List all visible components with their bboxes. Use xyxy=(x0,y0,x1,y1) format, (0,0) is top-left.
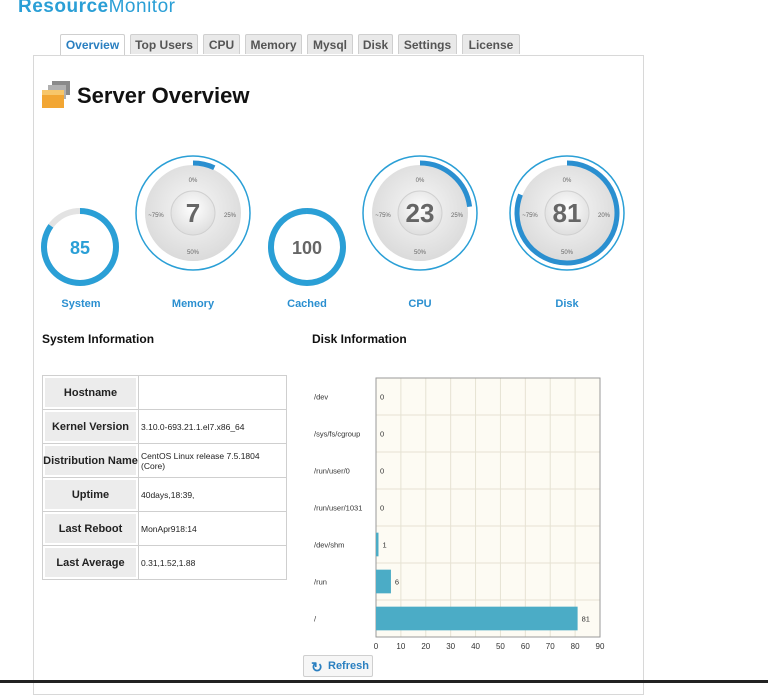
chart-x-tick-label: 80 xyxy=(571,642,580,651)
row-value: CentOS Linux release 7.5.1804 (Core) xyxy=(138,443,287,478)
gauge-cpu: 0% 25% 50% ~75% 23 xyxy=(362,155,478,271)
gauge-disk-tick-left: ~75% xyxy=(522,213,538,219)
gauge-cached-value: 100 xyxy=(292,238,322,258)
gauge-cpu-tick-bottom: 50% xyxy=(414,250,427,256)
gauge-memory-tick-left: ~75% xyxy=(148,213,164,219)
gauge-memory: 0% 25% 50% ~75% 7 xyxy=(135,155,251,271)
gauge-disk-value: 81 xyxy=(553,198,582,228)
refresh-label: Refresh xyxy=(328,660,369,672)
gauge-memory-value: 7 xyxy=(186,198,200,228)
chart-category-label: /sys/fs/cgroup xyxy=(314,430,360,439)
system-info-table: Hostname Kernel Version 3.10.0-693.21.1.… xyxy=(42,375,287,580)
row-value: 3.10.0-693.21.1.el7.x86_64 xyxy=(138,409,287,444)
gauge-row: 85 0% 25% 50% ~75% 7 100 0% 25% 50% ~75%… xyxy=(41,155,625,286)
gauge-cpu-tick-left: ~75% xyxy=(375,213,391,219)
table-row: Last Reboot MonApr918:14 xyxy=(42,511,287,546)
gauge-disk-label: Disk xyxy=(555,298,579,310)
chart-data-label: 1 xyxy=(382,541,386,550)
chart-data-label: 81 xyxy=(582,615,590,624)
table-row: Hostname xyxy=(42,375,287,410)
gauge-memory-tick-bottom: 50% xyxy=(187,250,200,256)
gauge-memory-label: Memory xyxy=(171,298,215,310)
table-row: Distribution Name CentOS Linux release 7… xyxy=(42,443,287,478)
chart-plot-area xyxy=(375,377,601,638)
disk-bar-chart: 0 10 20 30 40 50 60 70 80 90/dev 0/sys/fs/cgroup 0/… xyxy=(314,377,605,651)
row-key: Hostname xyxy=(42,375,139,410)
chart-data-label: 0 xyxy=(380,467,384,476)
gauge-system: 85 xyxy=(41,208,119,286)
chart-bar xyxy=(376,606,578,631)
chart-data-label: 0 xyxy=(380,393,384,402)
chart-bar xyxy=(376,532,379,557)
row-key: Kernel Version xyxy=(42,409,139,444)
chart-data-label: 6 xyxy=(395,578,399,587)
refresh-button[interactable]: ↻ Refresh xyxy=(303,655,373,677)
chart-category-label: /dev xyxy=(314,393,328,402)
chart-category-label: /run/user/1031 xyxy=(314,504,362,513)
gauge-memory-tick-right: 25% xyxy=(224,213,237,219)
chart-category-label: /run xyxy=(314,578,327,587)
gauge-disk-tick-bottom: 50% xyxy=(561,250,574,256)
chart-x-tick-label: 90 xyxy=(596,642,605,651)
chart-x-tick-label: 50 xyxy=(496,642,505,651)
chart-category-label: / xyxy=(314,615,317,624)
row-key: Last Reboot xyxy=(42,511,139,546)
row-value xyxy=(138,375,287,410)
chart-x-tick-label: 60 xyxy=(521,642,530,651)
row-value: 0.31,1.52,1.88 xyxy=(138,545,287,580)
row-key: Uptime xyxy=(42,477,139,512)
gauge-cpu-tick-right: 25% xyxy=(451,213,464,219)
chart-x-tick-label: 20 xyxy=(421,642,430,651)
gauge-cpu-value: 23 xyxy=(406,198,435,228)
table-row: Uptime 40days,18:39, xyxy=(42,477,287,512)
gauge-cached-label: Cached xyxy=(287,298,327,310)
refresh-icon: ↻ xyxy=(311,659,323,675)
gauge-disk: 0% 20% 50% ~75% 81 xyxy=(509,155,625,271)
gauge-disk-tick-right: 20% xyxy=(598,213,611,219)
gauge-system-label: System xyxy=(61,298,101,310)
chart-bar xyxy=(376,569,391,594)
gauge-system-value: 85 xyxy=(70,238,90,258)
row-key: Last Average xyxy=(42,545,139,580)
chart-x-tick-label: 0 xyxy=(374,642,379,651)
disk-info-heading: Disk Information xyxy=(312,332,407,346)
chart-x-tick-label: 30 xyxy=(446,642,455,651)
gauge-cpu-tick-top: 0% xyxy=(416,178,425,184)
gauge-disk-tick-top: 0% xyxy=(563,178,572,184)
chart-data-label: 0 xyxy=(380,430,384,439)
gauge-cached: 100 xyxy=(268,208,346,286)
chart-x-tick-label: 70 xyxy=(546,642,555,651)
gauge-memory-tick-top: 0% xyxy=(189,178,198,184)
chart-x-tick-label: 40 xyxy=(471,642,480,651)
chart-x-tick-label: 10 xyxy=(396,642,405,651)
chart-data-label: 0 xyxy=(380,504,384,513)
row-value: 40days,18:39, xyxy=(138,477,287,512)
chart-category-label: /dev/shm xyxy=(314,541,344,550)
chart-category-label: /run/user/0 xyxy=(314,467,350,476)
gauge-cpu-label: CPU xyxy=(408,298,432,310)
table-row: Kernel Version 3.10.0-693.21.1.el7.x86_6… xyxy=(42,409,287,444)
row-key: Distribution Name xyxy=(42,443,139,478)
row-value: MonApr918:14 xyxy=(138,511,287,546)
table-row: Last Average 0.31,1.52,1.88 xyxy=(42,545,287,580)
system-info-heading: System Information xyxy=(42,332,155,346)
